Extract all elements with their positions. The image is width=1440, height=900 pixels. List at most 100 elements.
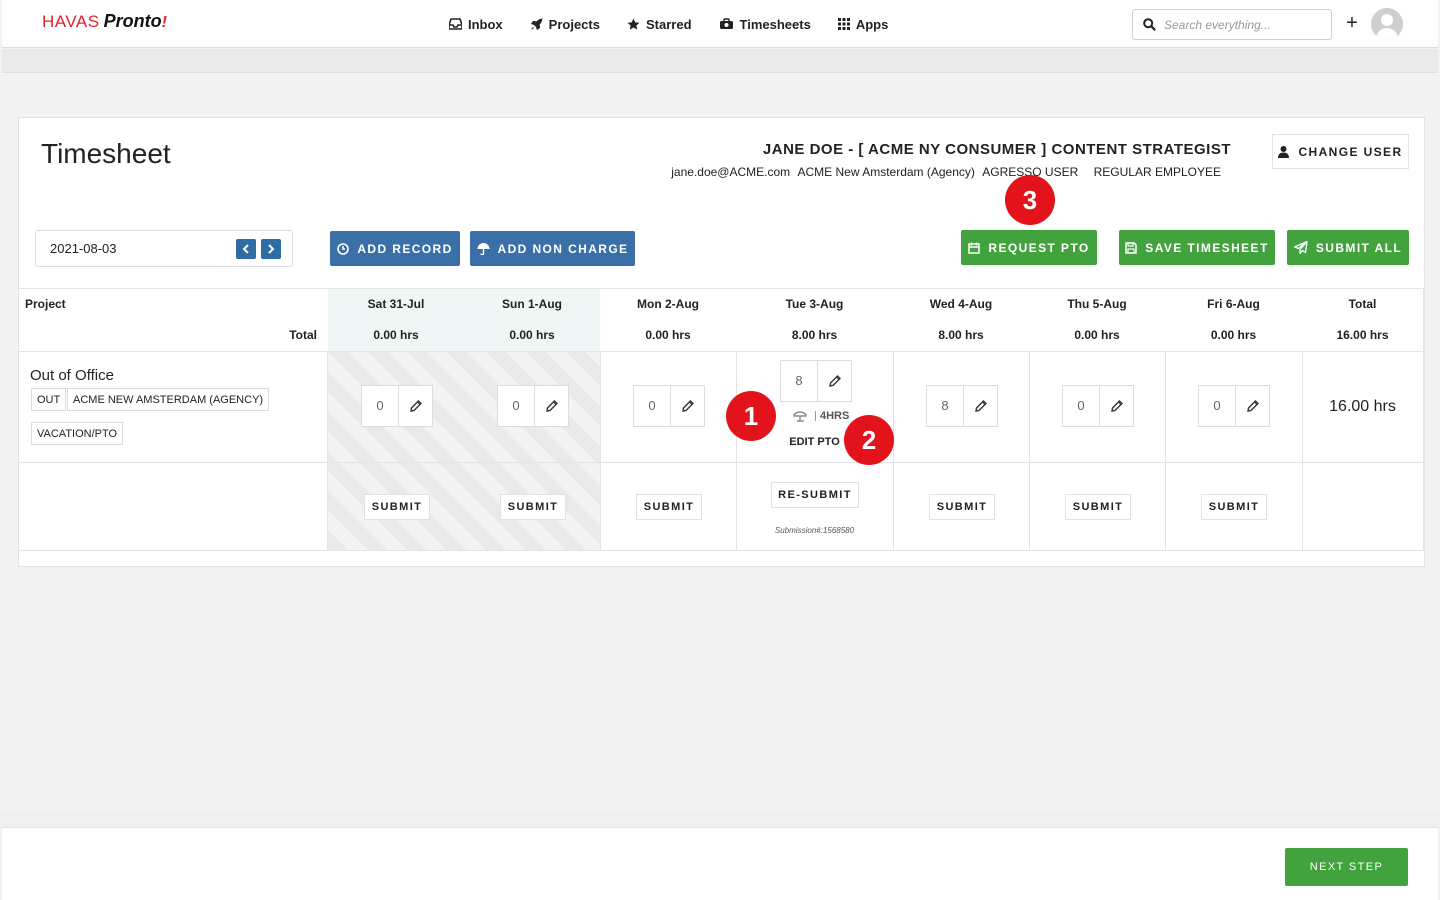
submit-sun-button[interactable]: SUBMIT [500,494,566,520]
nav-apps[interactable]: Apps [837,17,888,32]
logo-havas-text: HAVAS [42,12,100,31]
user-employee-type: REGULAR EMPLOYEE [1093,165,1221,179]
add-record-button[interactable]: ADD RECORD [330,231,460,266]
pencil-icon[interactable] [818,361,851,401]
day-header-wed: Wed 4-Aug [929,297,993,311]
next-week-button[interactable] [261,239,281,259]
user-agency: ACME New Amsterdam (Agency) [797,165,975,179]
hours-value-thu[interactable]: 0 [1063,386,1100,426]
hours-value-fri[interactable]: 0 [1199,386,1236,426]
pencil-icon[interactable] [1236,386,1269,426]
submit-thu-button[interactable]: SUBMIT [1065,494,1131,520]
user-icon [1278,145,1290,158]
project-tag-type: OUT [31,388,67,411]
pto-hours: 4HRS [820,410,850,422]
sub-navbar [2,49,1438,73]
grand-total: 16.00 hrs [1336,328,1389,342]
logo-mark: ! [161,14,167,31]
hours-value-sun[interactable]: 0 [498,386,535,426]
submit-sat-button[interactable]: SUBMIT [364,494,430,520]
pto-indicator: 4HRS [793,410,849,422]
hours-input-mon: 0 [633,385,705,427]
hours-input-fri: 0 [1198,385,1270,427]
submit-all-button[interactable]: SUBMIT ALL [1287,230,1409,265]
hours-input-sun: 0 [497,385,569,427]
nav-timesheets[interactable]: Timesheets [719,17,811,32]
nav-projects-label: Projects [548,16,600,32]
day-total-tue: 8.00 hrs [791,328,838,342]
annotation-marker-1: 1 [726,391,776,441]
save-timesheet-button[interactable]: SAVE TIMESHEET [1119,230,1275,265]
pencil-icon[interactable] [1100,386,1133,426]
prev-week-button[interactable] [236,239,256,259]
search-input[interactable] [1164,17,1324,32]
day-total-thu: 0.00 hrs [1074,328,1120,342]
havas-pronto-logo[interactable]: HAVAS Pronto ! [42,11,167,35]
hours-input-sat: 0 [361,385,433,427]
request-pto-label: REQUEST PTO [988,240,1090,255]
nav-projects[interactable]: Projects [530,17,600,32]
user-email: jane.doe@ACME.com [671,165,791,179]
project-name[interactable]: Out of Office [30,367,114,384]
date-input[interactable] [50,241,200,256]
chevron-right-icon [268,244,275,254]
hours-input-wed: 8 [926,385,998,427]
timesheet-panel: Timesheet JANE DOE - [ ACME NY CONSUMER … [18,117,1425,567]
resubmit-tue-button[interactable]: RE-SUBMIT [771,482,859,508]
add-non-charge-button[interactable]: ADD NON CHARGE [470,231,635,266]
main-nav: Inbox Projects Starred Timesheets Apps [449,0,915,48]
pencil-icon[interactable] [964,386,997,426]
add-record-label: ADD RECORD [357,241,453,256]
annotation-marker-3: 3 [1005,175,1055,225]
add-non-charge-label: ADD NON CHARGE [497,241,629,256]
submit-fri-button[interactable]: SUBMIT [1201,494,1267,520]
annotation-marker-2: 2 [844,415,894,465]
paper-plane-icon [1293,241,1308,254]
user-avatar[interactable] [1371,8,1403,40]
hours-value-mon[interactable]: 0 [634,386,671,426]
nav-starred-label: Starred [645,16,692,32]
day-header-sun: Sun 1-Aug [502,297,562,311]
project-tag-agency: ACME NEW AMSTERDAM (AGENCY) [67,388,270,411]
day-total-sun: 0.00 hrs [509,328,555,342]
search-icon [1143,18,1156,31]
hours-input-tue: 8 [780,360,852,402]
page-title: Timesheet [41,138,171,169]
row-total: 16.00 hrs [1329,398,1396,415]
add-new-plus-icon[interactable]: + [1342,13,1362,35]
hours-value-tue[interactable]: 8 [781,361,818,401]
day-total-wed: 8.00 hrs [938,328,984,342]
next-step-button[interactable]: NEXT STEP [1285,848,1408,886]
global-search [1132,9,1332,40]
submit-mon-button[interactable]: SUBMIT [636,494,702,520]
hours-value-sat[interactable]: 0 [362,386,399,426]
submission-number: Submission#:1568580 [774,526,855,535]
submit-wed-button[interactable]: SUBMIT [929,494,995,520]
request-pto-button[interactable]: REQUEST PTO [961,230,1097,265]
logo-pronto-text: Pronto [103,11,162,31]
day-header-mon: Mon 2-Aug [637,297,699,311]
hours-input-thu: 0 [1062,385,1134,427]
nav-starred[interactable]: Starred [627,17,692,32]
pencil-icon[interactable] [535,386,568,426]
beach-umbrella-icon [793,410,807,422]
day-total-mon: 0.00 hrs [645,328,691,342]
nav-inbox-label: Inbox [468,16,503,32]
day-header-sat: Sat 31-Jul [367,297,425,311]
change-user-label: CHANGE USER [1298,144,1403,159]
timesheet-icon [719,18,733,29]
user-name-heading: JANE DOE - [ ACME NY CONSUMER ] CONTENT … [762,141,1231,158]
inbox-icon [449,18,462,30]
nav-timesheets-label: Timesheets [739,16,811,32]
change-user-button[interactable]: CHANGE USER [1272,134,1409,169]
calendar-icon [968,242,981,254]
timesheet-table: Project Total Sat 31-Jul Sun 1-Aug Mon 2… [19,288,1424,551]
weekend-body-bg [328,352,600,550]
nav-inbox[interactable]: Inbox [449,17,503,32]
save-icon [1125,241,1138,254]
footer-bar [0,810,1440,900]
hours-value-wed[interactable]: 8 [927,386,964,426]
pencil-icon[interactable] [399,386,432,426]
pencil-icon[interactable] [671,386,704,426]
clock-icon [337,242,350,255]
